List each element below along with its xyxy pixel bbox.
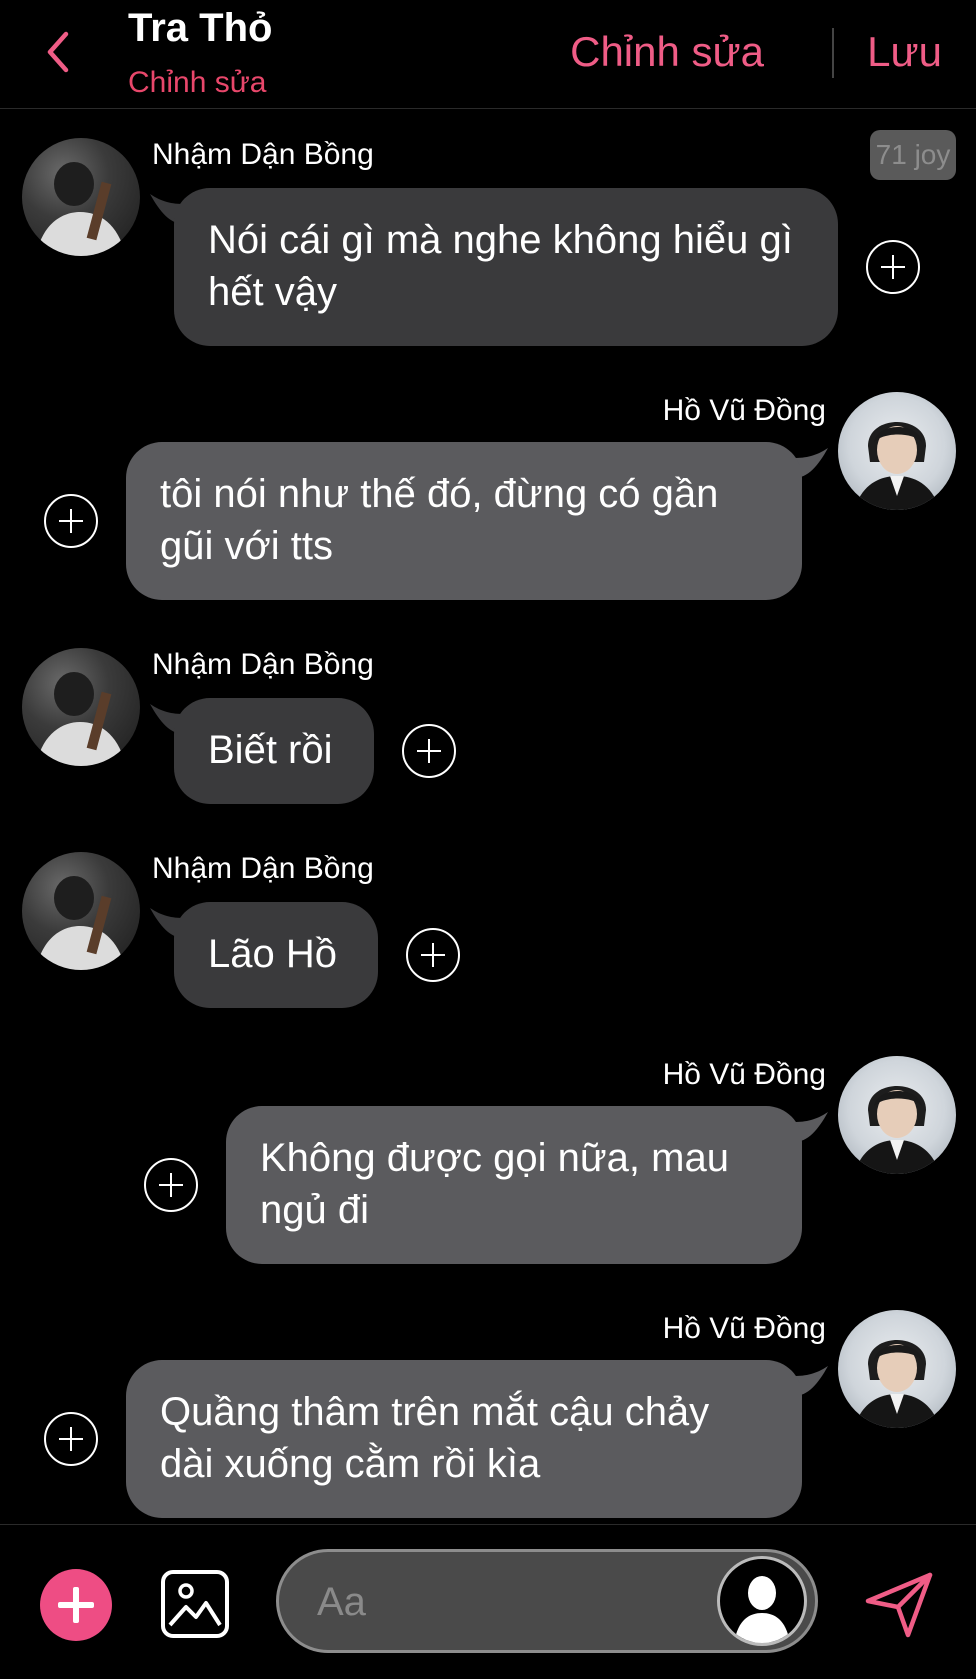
composer-bar: Aa — [0, 1524, 976, 1679]
profile-icon[interactable] — [717, 1556, 807, 1646]
plus-circle-icon[interactable] — [402, 724, 456, 778]
message-bubble[interactable]: Biết rồi — [174, 698, 374, 804]
message-bubble[interactable]: Lão Hồ — [174, 902, 378, 1008]
sender-name: Hồ Vũ Đồng — [662, 1058, 826, 1091]
send-icon — [865, 1572, 933, 1638]
chat-subtitle[interactable]: Chỉnh sửa — [128, 66, 267, 100]
back-button[interactable] — [40, 28, 80, 76]
edit-button[interactable]: Chỉnh sửa — [570, 28, 764, 76]
plus-circle-icon[interactable] — [44, 1412, 98, 1466]
avatar[interactable] — [22, 138, 140, 256]
message-bubble[interactable]: Không được gọi nữa, mau ngủ đi — [226, 1106, 802, 1264]
input-placeholder: Aa — [317, 1580, 366, 1624]
message-input[interactable]: Aa — [276, 1549, 818, 1653]
message-bubble[interactable]: Nói cái gì mà nghe không hiểu gì hết vậy — [174, 188, 838, 346]
avatar[interactable] — [838, 392, 956, 510]
avatar[interactable] — [22, 852, 140, 970]
person-silhouette-icon — [36, 162, 126, 256]
avatar[interactable] — [838, 1056, 956, 1174]
send-button[interactable] — [862, 1567, 936, 1641]
person-silhouette-icon — [734, 1576, 790, 1643]
chevron-left-icon — [47, 31, 69, 73]
sender-name: Nhậm Dận Bồng — [152, 852, 374, 885]
plus-circle-icon[interactable] — [144, 1158, 198, 1212]
chat-title: Tra Thỏ — [128, 6, 273, 50]
plus-circle-icon[interactable] — [406, 928, 460, 982]
plus-circle-icon[interactable] — [866, 240, 920, 294]
sender-name: Nhậm Dận Bồng — [152, 648, 374, 681]
avatar[interactable] — [838, 1310, 956, 1428]
sender-name: Hồ Vũ Đồng — [662, 394, 826, 427]
person-silhouette-icon — [854, 422, 940, 510]
image-button[interactable] — [158, 1567, 232, 1641]
person-silhouette-icon — [36, 876, 126, 970]
avatar[interactable] — [22, 648, 140, 766]
save-button[interactable]: Lưu — [867, 28, 942, 76]
person-silhouette-icon — [854, 1086, 940, 1174]
sender-name: Hồ Vũ Đồng — [662, 1312, 826, 1345]
sender-name: Nhậm Dận Bồng — [152, 138, 374, 171]
person-silhouette-icon — [36, 672, 126, 766]
add-button[interactable] — [40, 1569, 112, 1641]
person-silhouette-icon — [854, 1340, 940, 1428]
chat-header: Tra Thỏ Chỉnh sửa Chỉnh sửa Lưu — [0, 0, 976, 109]
message-bubble[interactable]: tôi nói như thế đó, đừng có gần gũi với … — [126, 442, 802, 600]
header-divider — [832, 28, 834, 78]
image-icon — [161, 1570, 229, 1638]
joy-badge: 71 joy — [870, 130, 956, 180]
message-bubble[interactable]: Quầng thâm trên mắt cậu chảy dài xuống c… — [126, 1360, 802, 1518]
plus-circle-icon[interactable] — [44, 494, 98, 548]
